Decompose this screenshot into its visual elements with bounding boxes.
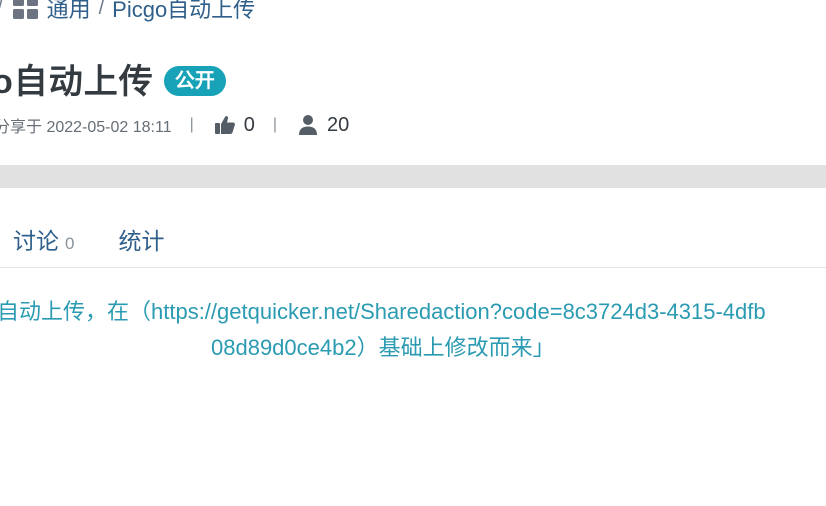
thumbs-up-icon[interactable] bbox=[214, 114, 236, 136]
breadcrumb-category-link[interactable]: 通用 bbox=[47, 0, 91, 24]
tab-statistics[interactable]: 统计 bbox=[118, 222, 164, 256]
tab-discussion[interactable]: 讨论 0 bbox=[13, 222, 74, 256]
apps-grid-icon bbox=[12, 0, 39, 20]
visibility-badge: 公开 bbox=[163, 65, 226, 96]
breadcrumb: / 通用 / Picgo自动上传 bbox=[0, 0, 255, 22]
description-line-1[interactable]: 自动上传，在（https://getquicker.net/Sharedacti… bbox=[0, 294, 766, 330]
breadcrumb-current-link[interactable]: Picgo自动上传 bbox=[112, 0, 255, 24]
tab-bar: 讨论 0 统计 bbox=[13, 222, 164, 256]
tab-discussion-label: 讨论 bbox=[13, 228, 59, 254]
description-line-2: 08d89d0ce4b2）基础上修改而来」 bbox=[211, 335, 555, 360]
meta-separator: | bbox=[189, 116, 194, 133]
user-icon bbox=[297, 114, 319, 136]
breadcrumb-separator: / bbox=[98, 0, 105, 19]
breadcrumb-separator: / bbox=[0, 0, 3, 20]
shared-date: 分享于 2022-05-02 18:11 bbox=[0, 119, 172, 136]
tabs-divider bbox=[0, 267, 826, 268]
page-title: o自动上传 bbox=[0, 63, 154, 101]
section-divider-bar bbox=[0, 165, 826, 188]
meta-row: 分享于 2022-05-02 18:11 | 0 | 20 bbox=[0, 112, 349, 138]
title-row: o自动上传 公开 bbox=[0, 54, 226, 103]
tab-discussion-count: 0 bbox=[65, 234, 75, 253]
likes-count: 0 bbox=[243, 113, 255, 136]
users-count: 20 bbox=[327, 113, 350, 136]
meta-separator: | bbox=[272, 116, 278, 133]
